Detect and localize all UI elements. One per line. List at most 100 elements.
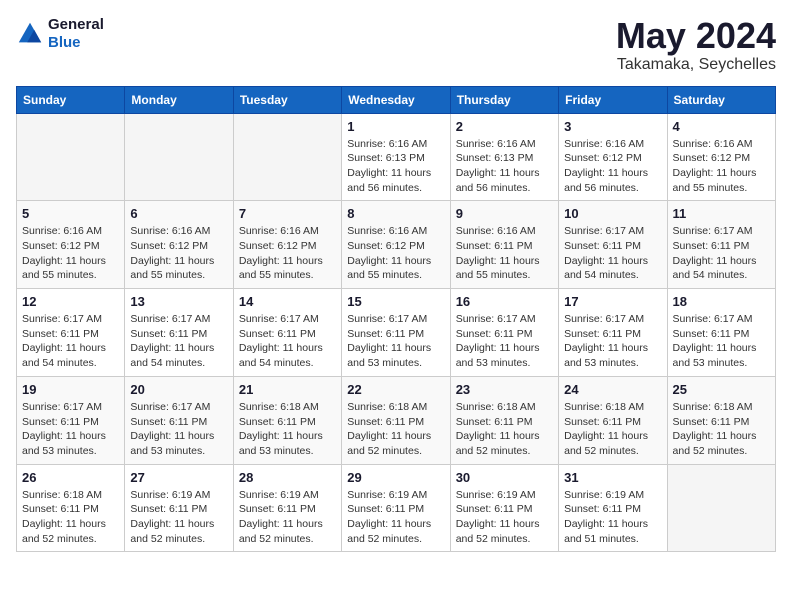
logo-blue: Blue [48,34,104,52]
weekday-saturday: Saturday [667,86,775,113]
day-number: 8 [347,206,444,221]
day-number: 26 [22,470,119,485]
calendar-cell: 3 Sunrise: 6:16 AM Sunset: 6:12 PM Daylig… [559,113,667,201]
calendar-cell: 24 Sunrise: 6:18 AM Sunset: 6:11 PM Dayli… [559,376,667,464]
day-info: Sunrise: 6:18 AM Sunset: 6:11 PM Dayligh… [564,400,661,459]
day-number: 17 [564,294,661,309]
day-info: Sunrise: 6:18 AM Sunset: 6:11 PM Dayligh… [673,400,770,459]
calendar-cell: 20Sunrise: 6:17 AM Sunset: 6:11 PM Dayli… [125,376,233,464]
logo-general: General [48,16,104,34]
day-number: 25 [673,382,770,397]
weekday-wednesday: Wednesday [342,86,450,113]
day-info: Sunrise: 6:17 AM Sunset: 6:11 PM Dayligh… [673,224,770,283]
day-info: Sunrise: 6:16 AM Sunset: 6:11 PM Dayligh… [456,224,553,283]
day-number: 28 [239,470,336,485]
calendar-cell: 28Sunrise: 6:19 AM Sunset: 6:11 PM Dayli… [233,464,341,552]
month-title: May 2024 [616,16,776,56]
logo: General Blue [16,16,104,52]
day-number: 16 [456,294,553,309]
weekday-thursday: Thursday [450,86,558,113]
calendar-body: 1 Sunrise: 6:16 AM Sunset: 6:13 PM Daylig… [17,113,776,552]
day-info: Sunrise: 6:16 AM Sunset: 6:12 PM Dayligh… [239,224,336,283]
calendar-cell: 8 Sunrise: 6:16 AM Sunset: 6:12 PM Daylig… [342,201,450,289]
day-number: 24 [564,382,661,397]
day-info: Sunrise: 6:18 AM Sunset: 6:11 PM Dayligh… [347,400,444,459]
day-info: Sunrise: 6:17 AM Sunset: 6:11 PM Dayligh… [564,312,661,371]
day-number: 18 [673,294,770,309]
day-number: 11 [673,206,770,221]
day-info: Sunrise: 6:18 AM Sunset: 6:11 PM Dayligh… [456,400,553,459]
day-number: 3 [564,119,661,134]
calendar-cell: 16 Sunrise: 6:17 AM Sunset: 6:11 PM Dayli… [450,289,558,377]
day-info: Sunrise: 6:16 AM Sunset: 6:12 PM Dayligh… [347,224,444,283]
day-info: Sunrise: 6:16 AM Sunset: 6:12 PM Dayligh… [130,224,227,283]
day-number: 30 [456,470,553,485]
calendar-cell: 1 Sunrise: 6:16 AM Sunset: 6:13 PM Daylig… [342,113,450,201]
calendar-cell: 2 Sunrise: 6:16 AM Sunset: 6:13 PM Daylig… [450,113,558,201]
calendar-cell: 27Sunrise: 6:19 AM Sunset: 6:11 PM Dayli… [125,464,233,552]
day-info: Sunrise: 6:17 AM Sunset: 6:11 PM Dayligh… [456,312,553,371]
calendar-week-2: 5 Sunrise: 6:16 AM Sunset: 6:12 PM Daylig… [17,201,776,289]
day-number: 14 [239,294,336,309]
day-info: Sunrise: 6:16 AM Sunset: 6:13 PM Dayligh… [456,137,553,196]
calendar-week-4: 19Sunrise: 6:17 AM Sunset: 6:11 PM Dayli… [17,376,776,464]
day-info: Sunrise: 6:17 AM Sunset: 6:11 PM Dayligh… [564,224,661,283]
day-info: Sunrise: 6:16 AM Sunset: 6:12 PM Dayligh… [22,224,119,283]
day-number: 27 [130,470,227,485]
calendar-cell: 7 Sunrise: 6:16 AM Sunset: 6:12 PM Daylig… [233,201,341,289]
day-number: 5 [22,206,119,221]
calendar-cell: 19Sunrise: 6:17 AM Sunset: 6:11 PM Dayli… [17,376,125,464]
calendar-header: SundayMondayTuesdayWednesdayThursdayFrid… [17,86,776,113]
day-number: 22 [347,382,444,397]
day-info: Sunrise: 6:19 AM Sunset: 6:11 PM Dayligh… [456,488,553,547]
day-info: Sunrise: 6:17 AM Sunset: 6:11 PM Dayligh… [130,312,227,371]
day-number: 31 [564,470,661,485]
calendar-cell: 17 Sunrise: 6:17 AM Sunset: 6:11 PM Dayli… [559,289,667,377]
calendar-week-1: 1 Sunrise: 6:16 AM Sunset: 6:13 PM Daylig… [17,113,776,201]
calendar-cell: 31 Sunrise: 6:19 AM Sunset: 6:11 PM Dayli… [559,464,667,552]
day-number: 9 [456,206,553,221]
day-number: 21 [239,382,336,397]
day-number: 10 [564,206,661,221]
weekday-monday: Monday [125,86,233,113]
calendar-cell: 4 Sunrise: 6:16 AM Sunset: 6:12 PM Daylig… [667,113,775,201]
day-number: 2 [456,119,553,134]
day-info: Sunrise: 6:16 AM Sunset: 6:12 PM Dayligh… [673,137,770,196]
calendar-cell: 9 Sunrise: 6:16 AM Sunset: 6:11 PM Daylig… [450,201,558,289]
day-info: Sunrise: 6:17 AM Sunset: 6:11 PM Dayligh… [22,312,119,371]
logo-text: General Blue [48,16,104,52]
calendar-cell: 5 Sunrise: 6:16 AM Sunset: 6:12 PM Daylig… [17,201,125,289]
calendar-table: SundayMondayTuesdayWednesdayThursdayFrid… [16,86,776,553]
day-number: 1 [347,119,444,134]
day-info: Sunrise: 6:16 AM Sunset: 6:13 PM Dayligh… [347,137,444,196]
day-number: 12 [22,294,119,309]
day-number: 6 [130,206,227,221]
calendar-cell: 13Sunrise: 6:17 AM Sunset: 6:11 PM Dayli… [125,289,233,377]
weekday-friday: Friday [559,86,667,113]
calendar-cell [17,113,125,201]
calendar-cell: 30 Sunrise: 6:19 AM Sunset: 6:11 PM Dayli… [450,464,558,552]
day-number: 7 [239,206,336,221]
day-info: Sunrise: 6:16 AM Sunset: 6:12 PM Dayligh… [564,137,661,196]
calendar-cell: 25 Sunrise: 6:18 AM Sunset: 6:11 PM Dayli… [667,376,775,464]
calendar-cell: 6 Sunrise: 6:16 AM Sunset: 6:12 PM Daylig… [125,201,233,289]
day-info: Sunrise: 6:17 AM Sunset: 6:11 PM Dayligh… [130,400,227,459]
calendar-cell [125,113,233,201]
calendar-week-5: 26Sunrise: 6:18 AM Sunset: 6:11 PM Dayli… [17,464,776,552]
day-number: 23 [456,382,553,397]
day-info: Sunrise: 6:19 AM Sunset: 6:11 PM Dayligh… [564,488,661,547]
weekday-sunday: Sunday [17,86,125,113]
calendar-cell: 14Sunrise: 6:17 AM Sunset: 6:11 PM Dayli… [233,289,341,377]
calendar-cell: 12 Sunrise: 6:17 AM Sunset: 6:11 PM Dayli… [17,289,125,377]
day-info: Sunrise: 6:19 AM Sunset: 6:11 PM Dayligh… [347,488,444,547]
calendar-cell: 10 Sunrise: 6:17 AM Sunset: 6:11 PM Dayli… [559,201,667,289]
calendar-cell: 21Sunrise: 6:18 AM Sunset: 6:11 PM Dayli… [233,376,341,464]
weekday-tuesday: Tuesday [233,86,341,113]
calendar-cell: 29Sunrise: 6:19 AM Sunset: 6:11 PM Dayli… [342,464,450,552]
location-subtitle: Takamaka, Seychelles [616,56,776,74]
day-info: Sunrise: 6:17 AM Sunset: 6:11 PM Dayligh… [347,312,444,371]
calendar-week-3: 12 Sunrise: 6:17 AM Sunset: 6:11 PM Dayli… [17,289,776,377]
day-number: 15 [347,294,444,309]
day-number: 4 [673,119,770,134]
calendar-cell [667,464,775,552]
